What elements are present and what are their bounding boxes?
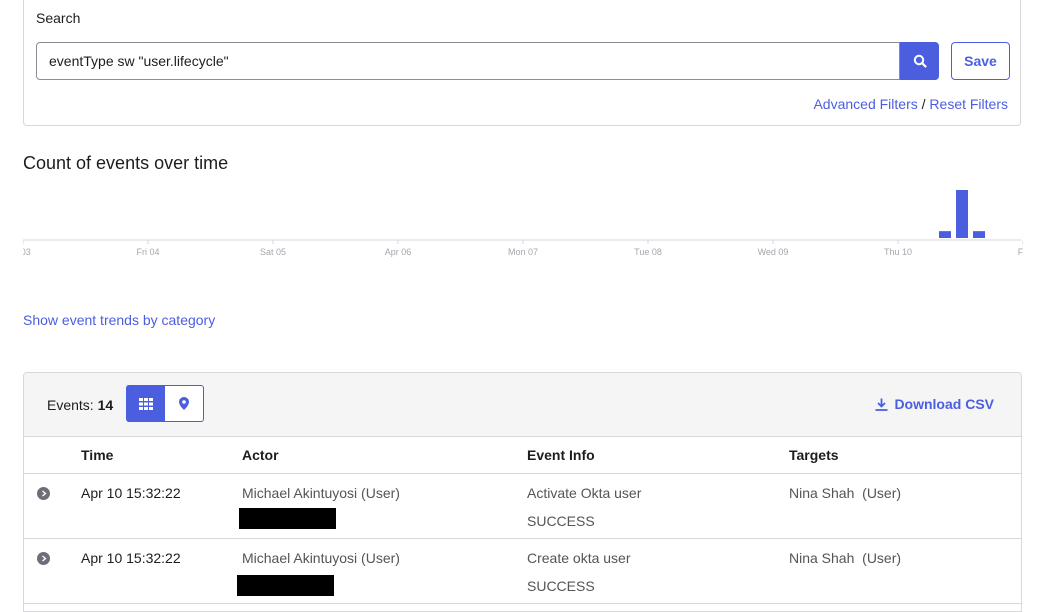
search-button[interactable]	[900, 42, 939, 80]
filter-links: Advanced Filters / Reset Filters	[813, 96, 1008, 112]
grid-icon	[138, 397, 153, 410]
table-header: Time Actor Event Info Targets	[24, 437, 1021, 474]
map-view-button[interactable]	[165, 385, 204, 422]
table-row[interactable]: Apr 10 15:32:22 Michael Akintuyosi (User…	[24, 539, 1021, 604]
events-count-label: Events:	[47, 397, 94, 413]
download-csv-button[interactable]: Download CSV	[875, 396, 994, 412]
save-button[interactable]: Save	[951, 42, 1010, 80]
download-csv-label: Download CSV	[894, 396, 994, 412]
view-toggle	[126, 385, 204, 422]
advanced-filters-link[interactable]: Advanced Filters	[813, 96, 917, 112]
search-input[interactable]: eventType sw "user.lifecycle"	[36, 42, 900, 80]
map-pin-icon	[179, 397, 189, 410]
x-tick-label: Apr 06	[385, 247, 412, 257]
row-actor: Michael Akintuyosi (User)	[242, 485, 400, 501]
column-actor[interactable]: Actor	[242, 447, 279, 463]
search-panel: Search eventType sw "user.lifecycle" Sav…	[23, 0, 1021, 126]
events-header: Events: 14 Download CSV	[24, 373, 1021, 437]
redacted-block	[239, 508, 336, 529]
download-icon	[875, 398, 888, 411]
x-tick-label: r 03	[23, 247, 31, 257]
chart-bar	[939, 231, 951, 238]
filter-separator: /	[921, 96, 926, 112]
search-icon	[913, 54, 927, 68]
event-trends-link[interactable]: Show event trends by category	[23, 312, 215, 328]
row-time: Apr 10 15:32:22	[81, 485, 181, 501]
x-tick-label: Wed 09	[758, 247, 789, 257]
chart-bar	[956, 190, 968, 238]
column-time[interactable]: Time	[81, 447, 113, 463]
x-tick-label: Fri 04	[136, 247, 159, 257]
chart-svg: r 03 Fri 04 Sat 05 Apr 06 Mon 07 Tue 08 Wed 09…	[15, 190, 1028, 257]
x-tick-label: Thu 10	[884, 247, 912, 257]
row-event-info: Activate Okta user	[527, 485, 642, 501]
table-row[interactable]: Apr 10 15:32:22 Michael Akintuyosi (User…	[24, 474, 1021, 539]
table-view-button[interactable]	[126, 385, 165, 422]
x-tick-label: Mon 07	[508, 247, 538, 257]
row-event-info: Create okta user	[527, 550, 631, 566]
x-tick-label: Fri	[1018, 247, 1023, 257]
events-count: Events: 14	[47, 397, 113, 413]
row-target: Nina Shah (User)	[789, 550, 902, 566]
row-actor: Michael Akintuyosi (User)	[242, 550, 400, 566]
row-time: Apr 10 15:32:22	[81, 550, 181, 566]
x-tick-label: Sat 05	[260, 247, 286, 257]
events-chart: r 03 Fri 04 Sat 05 Apr 06 Mon 07 Tue 08 Wed 09…	[15, 185, 1028, 270]
events-count-value: 14	[97, 397, 114, 413]
chart-title: Count of events over time	[23, 153, 229, 173]
row-target: Nina Shah (User)	[789, 485, 902, 501]
events-panel: Events: 14 Download CSV Time Actor Event…	[23, 372, 1022, 612]
search-label: Search	[36, 10, 81, 26]
expand-row-icon[interactable]	[37, 487, 50, 500]
redacted-block	[237, 575, 334, 596]
column-targets[interactable]: Targets	[789, 447, 839, 463]
chart-bar	[973, 231, 985, 238]
column-event-info[interactable]: Event Info	[527, 447, 595, 463]
row-status: SUCCESS	[527, 578, 595, 594]
expand-row-icon[interactable]	[37, 552, 50, 565]
x-tick-label: Tue 08	[634, 247, 662, 257]
reset-filters-link[interactable]: Reset Filters	[929, 96, 1008, 112]
row-status: SUCCESS	[527, 513, 595, 529]
